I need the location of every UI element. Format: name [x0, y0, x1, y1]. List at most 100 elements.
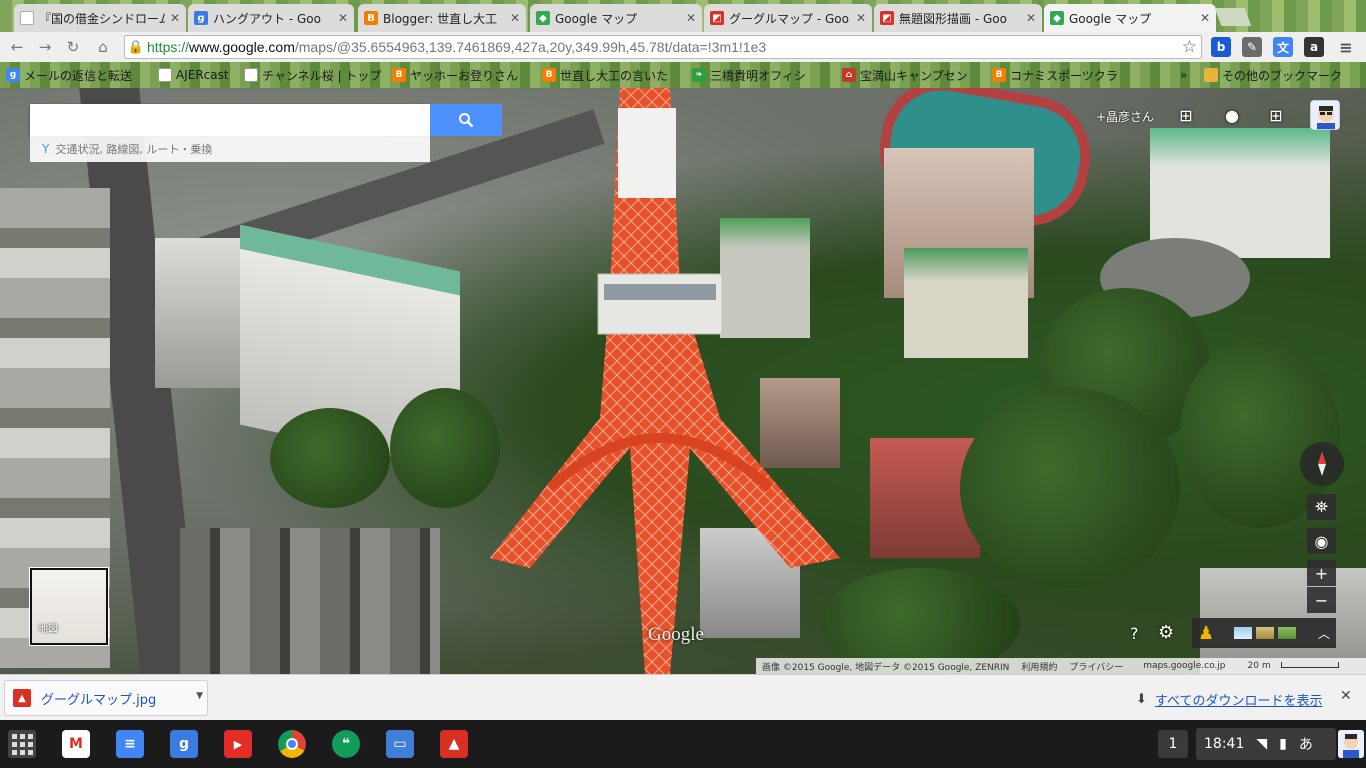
search-hint[interactable]: Y 交通状況, 路線図, ルート・乗換: [30, 136, 430, 162]
compass-icon: [1318, 452, 1326, 476]
close-icon[interactable]: ✕: [856, 11, 866, 25]
bookmark-item[interactable]: ❧ 三橋貴明オフィシ: [692, 66, 806, 84]
bookmark-item[interactable]: B ヤッホーお登りさん: [392, 66, 518, 84]
extension-pen-icon[interactable]: ✎: [1242, 37, 1262, 57]
tab-7-active[interactable]: ◆ Google マップ ✕: [1044, 4, 1216, 32]
avatar-face-icon: [1311, 101, 1339, 129]
bookmark-item[interactable]: AJERcast: [158, 66, 229, 84]
amazon-icon[interactable]: a: [1304, 37, 1324, 57]
apps-grid-icon[interactable]: ⊞: [1176, 106, 1196, 126]
avatar[interactable]: [1310, 100, 1340, 130]
terrain-thumbnail-icon[interactable]: [1256, 627, 1275, 639]
share-plus-icon[interactable]: ⊞: [1266, 106, 1286, 126]
other-bookmarks-folder[interactable]: その他のブックマーク: [1204, 66, 1342, 84]
workspace-indicator[interactable]: 1: [1158, 730, 1188, 758]
weather-thumbnail-icon[interactable]: [1234, 627, 1253, 639]
tilt-button[interactable]: ⛯: [1307, 494, 1336, 520]
extension-b-icon[interactable]: b: [1211, 37, 1231, 57]
status-tray[interactable]: 18:41 ◥ ▮ あ: [1196, 728, 1336, 760]
user-name-link[interactable]: +晶彦さん: [1096, 108, 1154, 125]
zoom-out-button[interactable]: −: [1307, 587, 1336, 613]
close-icon[interactable]: ✕: [1026, 11, 1036, 25]
close-icon[interactable]: ✕: [338, 11, 348, 25]
my-location-button[interactable]: ◉: [1307, 528, 1336, 554]
scale-indicator[interactable]: 20 m: [1236, 661, 1345, 671]
address-bar[interactable]: 🔒 https:// www.google.com /maps/@35.6554…: [124, 35, 1202, 59]
bookmark-item[interactable]: B コナミスポーツクラ: [992, 66, 1118, 84]
bookmark-label: 三橋貴明オフィシ: [710, 68, 806, 83]
show-all-downloads-label: すべてのダウンロードを表示: [1154, 694, 1323, 709]
tab-2[interactable]: g ハングアウト - Goo ✕: [188, 4, 354, 32]
tab-title: Blogger: 世直し大工: [383, 11, 498, 26]
close-icon[interactable]: ✕: [1340, 688, 1352, 704]
gear-icon[interactable]: ⚙: [1158, 622, 1174, 643]
house-icon: ⌂: [842, 68, 856, 82]
map-view-toggle[interactable]: 地図: [30, 568, 108, 645]
menu-icon[interactable]: ≡: [1336, 37, 1356, 57]
compass-control[interactable]: [1300, 442, 1344, 486]
map-canvas[interactable]: Y 交通状況, 路線図, ルート・乗換 +晶彦さん ⊞ ● ⊞ 地図 ⛯ ◉ +…: [0, 88, 1366, 674]
tilt-icon: ⛯: [1315, 497, 1328, 516]
tab-1[interactable]: 『国の借金シンドローム ✕: [14, 4, 186, 32]
terms-link[interactable]: 利用規約: [1015, 660, 1063, 673]
files-icon[interactable]: ▭: [386, 730, 414, 758]
back-icon[interactable]: ←: [8, 38, 26, 56]
google-search-icon[interactable]: g: [170, 730, 198, 758]
search-input[interactable]: [30, 104, 430, 136]
hangouts-icon[interactable]: ❝: [332, 730, 360, 758]
close-icon[interactable]: ✕: [1200, 11, 1210, 25]
home-icon[interactable]: ⌂: [94, 38, 112, 56]
drawings-icon: ◩: [710, 11, 724, 25]
search-button[interactable]: [430, 104, 502, 136]
gmail-icon[interactable]: M: [62, 730, 90, 758]
chevron-up-icon[interactable]: ︿: [1318, 625, 1330, 642]
tab-title: 『国の借金シンドローム: [39, 11, 165, 26]
new-tab-button[interactable]: [1214, 8, 1252, 26]
bookmark-label: チャンネル桜 | トップ: [262, 68, 382, 83]
show-all-downloads-link[interactable]: ⬇ すべてのダウンロードを表示: [1136, 690, 1322, 709]
bookmark-item[interactable]: B 世直し大工の言いた: [542, 66, 668, 84]
bookmark-item[interactable]: チャンネル桜 | トップ: [244, 66, 381, 84]
privacy-link[interactable]: プライバシー: [1063, 660, 1129, 673]
chrome-icon[interactable]: [278, 730, 306, 758]
close-icon[interactable]: ✕: [510, 11, 520, 25]
building: [155, 238, 240, 388]
tab-3[interactable]: B Blogger: 世直し大工 ✕: [358, 4, 526, 32]
layers-panel[interactable]: ♟ ︿: [1192, 618, 1336, 648]
tab-5[interactable]: ◩ グーグルマップ - Goo ✕: [704, 4, 872, 32]
close-icon[interactable]: ✕: [686, 11, 696, 25]
bookmark-item[interactable]: ⌂ 宝満山キャンプセン: [842, 66, 968, 84]
leaf-icon: ❧: [692, 68, 706, 82]
tab-6[interactable]: ◩ 無題図形描画 - Goo ✕: [874, 4, 1042, 32]
avatar[interactable]: [1338, 730, 1364, 758]
bookmark-item[interactable]: g メールの返信と転送: [6, 66, 132, 84]
forward-icon[interactable]: →: [36, 38, 54, 56]
clock: 18:41: [1204, 736, 1245, 752]
zoom-in-button[interactable]: +: [1307, 560, 1336, 586]
help-icon[interactable]: ?: [1130, 624, 1139, 643]
bookmark-label: 世直し大工の言いた: [560, 68, 669, 83]
bookmark-star-icon[interactable]: ☆: [1182, 37, 1197, 57]
translate-icon[interactable]: 文: [1273, 37, 1293, 57]
scale-label: 20 m: [1247, 661, 1271, 671]
browser-toolbar: ← → ↻ ⌂ 🔒 https:// www.google.com /maps/…: [0, 32, 1366, 62]
folder-icon: [1204, 68, 1218, 82]
reload-icon[interactable]: ↻: [64, 38, 82, 56]
chevron-down-icon[interactable]: ▼: [196, 691, 203, 701]
google-logo: Google: [648, 624, 704, 645]
url-host: www.google.com: [189, 39, 295, 55]
chrome-center: [286, 738, 298, 750]
docs-icon[interactable]: ≡: [116, 730, 144, 758]
domain-link[interactable]: maps.google.co.jp: [1137, 661, 1231, 671]
pegman-icon[interactable]: ♟: [1198, 623, 1214, 644]
app-launcher-icon[interactable]: [8, 730, 36, 758]
download-item[interactable]: ▲ グーグルマップ.jpg ▼: [4, 680, 208, 716]
photos-icon[interactable]: ▲: [440, 730, 468, 758]
earth-thumbnail-icon[interactable]: [1278, 627, 1296, 639]
tab-4[interactable]: ◆ Google マップ ✕: [530, 4, 702, 32]
bookmarks-overflow-button[interactable]: »: [1180, 66, 1187, 84]
notifications-icon[interactable]: ●: [1222, 106, 1242, 126]
youtube-icon[interactable]: ▶: [224, 730, 252, 758]
close-icon[interactable]: ✕: [170, 11, 180, 25]
url-path: /maps/@35.6554963,139.7461869,427a,20y,3…: [294, 39, 767, 55]
